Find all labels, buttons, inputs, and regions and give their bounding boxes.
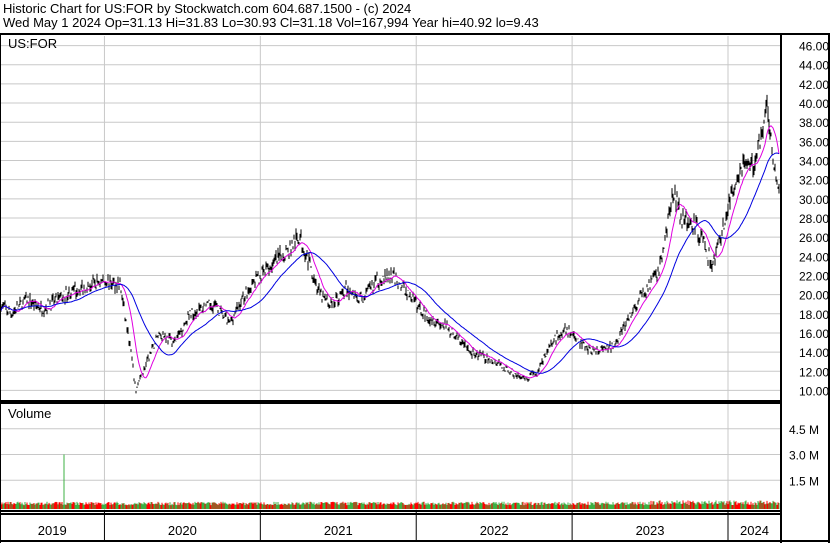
year-label: 2022: [480, 523, 509, 538]
year-label: 2021: [324, 523, 353, 538]
price-tick-label: 10.00: [799, 384, 829, 398]
price-tick-label: 30.00: [799, 193, 829, 207]
price-tick-label: 38.00: [799, 116, 829, 130]
year-label: 2019: [38, 523, 67, 538]
price-tick-label: 22.00: [799, 269, 829, 283]
year-label: 2024: [740, 523, 769, 538]
price-tick-label: 28.00: [799, 212, 829, 226]
volume-tick-label: 1.5 M: [789, 474, 819, 488]
price-tick-label: 40.00: [799, 97, 829, 111]
year-label: 2020: [168, 523, 197, 538]
volume-label: Volume: [8, 406, 51, 421]
symbol-label: US:FOR: [8, 36, 57, 51]
price-tick-label: 32.00: [799, 174, 829, 188]
price-tick-label: 36.00: [799, 135, 829, 149]
chart-canvas: 10.00 12.00 14.00 16.00 18.00 20.00 22.00 24.00…: [0, 33, 830, 543]
year-label: 2023: [636, 523, 665, 538]
price-tick-label: 16.00: [799, 327, 829, 341]
price-tick-label: 20.00: [799, 289, 829, 303]
price-tick-label: 42.00: [799, 78, 829, 92]
volume-tick-label: 3.0 M: [789, 449, 819, 463]
stock-chart: Historic Chart for US:FOR by Stockwatch.…: [0, 0, 830, 543]
volume-tick-label: 4.5 M: [789, 423, 819, 437]
price-tick-label: 44.00: [799, 59, 829, 73]
moving-average-line: [0, 125, 780, 379]
price-tick-label: 24.00: [799, 250, 829, 264]
moving-average-line: [0, 152, 780, 374]
price-tick-label: 12.00: [799, 365, 829, 379]
price-tick-label: 14.00: [799, 346, 829, 360]
price-tick-label: 46.00: [799, 40, 829, 54]
price-tick-label: 18.00: [799, 308, 829, 322]
price-tick-label: 34.00: [799, 155, 829, 169]
price-tick-label: 26.00: [799, 231, 829, 245]
